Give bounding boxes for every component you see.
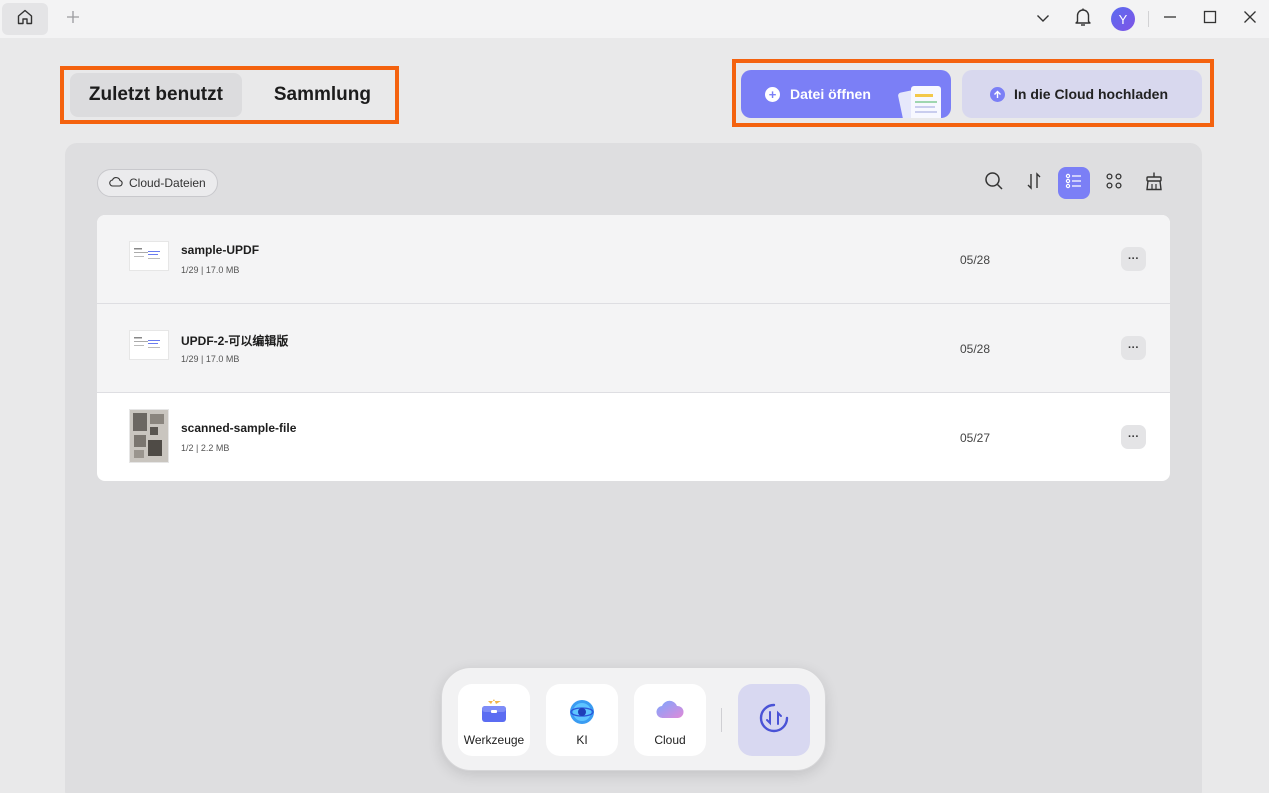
avatar[interactable]: Y (1111, 7, 1135, 31)
file-row[interactable]: UPDF-2-可以编辑版 1/29 | 17.0 MB 05/28 ··· (97, 304, 1170, 393)
grid-view-icon (1105, 172, 1123, 195)
tab-collection[interactable]: Sammlung (242, 73, 389, 117)
bell-icon (1074, 7, 1092, 32)
search-icon (984, 171, 1004, 196)
cloud-label: Cloud (654, 733, 686, 747)
file-meta: 1/2 | 2.2 MB (181, 443, 230, 453)
sort-icon (1025, 171, 1043, 195)
clear-history-button[interactable] (1138, 167, 1170, 199)
file-name: scanned-sample-file (181, 421, 297, 435)
more-options-button[interactable]: ··· (1121, 425, 1146, 449)
minimize-button[interactable] (1159, 8, 1181, 30)
tools-label: Werkzeuge (463, 733, 525, 747)
file-date: 05/28 (960, 253, 991, 267)
file-thumbnail (129, 241, 169, 271)
open-file-button[interactable]: + Datei öffnen (741, 70, 951, 118)
titlebar-divider (1148, 11, 1149, 27)
open-file-label: Datei öffnen (790, 86, 871, 102)
minimize-icon (1163, 10, 1177, 29)
file-row[interactable]: sample-UPDF 1/29 | 17.0 MB 05/28 ··· (97, 215, 1170, 304)
cloud-files-label: Cloud-Dateien (129, 176, 206, 190)
ellipsis-icon: ··· (1128, 342, 1139, 354)
file-meta: 1/29 | 17.0 MB (181, 354, 240, 364)
file-row[interactable]: scanned-sample-file 1/2 | 2.2 MB 05/27 ·… (97, 393, 1170, 481)
tools-button[interactable]: Werkzeuge (458, 684, 530, 756)
dropdown-button[interactable] (1032, 8, 1054, 30)
sort-button[interactable] (1018, 167, 1050, 199)
toolbox-icon (480, 698, 508, 727)
plus-icon (66, 10, 80, 29)
plus-circle-icon: + (765, 86, 780, 102)
file-name: UPDF-2-可以编辑版 (181, 334, 289, 348)
title-bar: Y (0, 0, 1269, 38)
file-meta: 1/29 | 17.0 MB (181, 265, 240, 275)
list-view-icon (1065, 173, 1083, 194)
more-options-button[interactable]: ··· (1121, 247, 1146, 271)
notifications-button[interactable] (1072, 8, 1094, 30)
file-date: 05/27 (960, 431, 991, 445)
file-date: 05/28 (960, 342, 991, 356)
tab-collection-label: Sammlung (273, 84, 371, 105)
tab-recent-label: Zuletzt benutzt (88, 84, 223, 105)
new-tab-button[interactable] (62, 9, 84, 29)
cloud-icon (655, 698, 685, 723)
ellipsis-icon: ··· (1128, 253, 1139, 265)
ai-button[interactable]: KI (546, 684, 618, 756)
dock-divider (721, 708, 722, 732)
maximize-icon (1203, 10, 1217, 29)
home-icon (16, 8, 34, 31)
more-options-button[interactable]: ··· (1121, 336, 1146, 360)
cloud-files-filter[interactable]: Cloud-Dateien (97, 169, 218, 197)
documents-illustration-icon (895, 80, 951, 118)
broom-icon (1144, 171, 1164, 196)
file-thumbnail (129, 409, 169, 463)
cloud-outline-icon (109, 176, 123, 190)
file-name: sample-UPDF (181, 243, 260, 257)
sync-icon (754, 698, 794, 743)
upload-icon (990, 86, 1005, 102)
home-tab[interactable] (2, 3, 48, 35)
chevron-down-icon (1036, 10, 1050, 28)
grid-view-button[interactable] (1098, 167, 1130, 199)
file-thumbnail (129, 330, 169, 360)
search-button[interactable] (978, 167, 1010, 199)
cloud-button[interactable]: Cloud (634, 684, 706, 756)
upload-to-cloud-button[interactable]: In die Cloud hochladen (962, 70, 1202, 118)
view-tabs: Zuletzt benutzt Sammlung (60, 66, 399, 124)
list-view-button[interactable] (1058, 167, 1090, 199)
upload-to-cloud-label: In die Cloud hochladen (1014, 86, 1168, 102)
sync-button[interactable] (738, 684, 810, 756)
ai-orb-icon (568, 698, 596, 729)
bottom-dock: Werkzeuge KI Cloud (441, 667, 826, 771)
tab-recent[interactable]: Zuletzt benutzt (70, 73, 242, 117)
maximize-button[interactable] (1199, 8, 1221, 30)
ai-label: KI (576, 733, 588, 747)
primary-actions: + Datei öffnen In die Cloud hochladen (732, 59, 1214, 127)
close-button[interactable] (1239, 8, 1261, 30)
close-icon (1243, 10, 1257, 29)
file-list: sample-UPDF 1/29 | 17.0 MB 05/28 ··· UPD… (97, 215, 1170, 481)
ellipsis-icon: ··· (1128, 431, 1139, 443)
